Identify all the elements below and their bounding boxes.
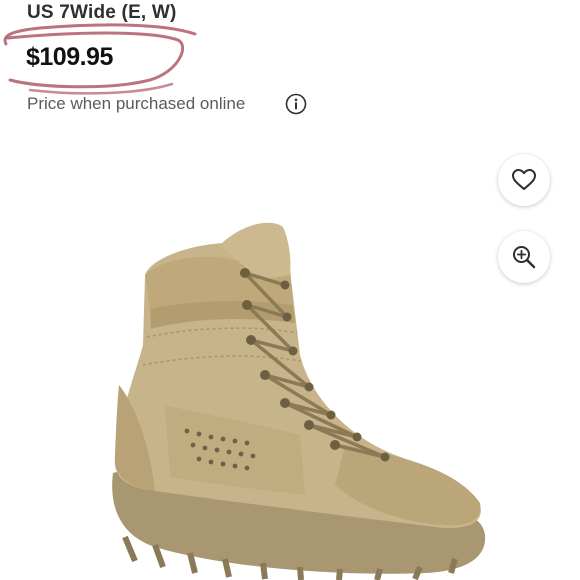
favorite-button[interactable] — [498, 154, 550, 206]
price-note: Price when purchased online — [27, 94, 246, 113]
heart-icon — [512, 169, 536, 190]
size-label: US 7Wide (E, W) — [27, 2, 177, 23]
zoom-in-icon — [513, 246, 536, 269]
info-icon[interactable] — [285, 93, 307, 115]
zoom-button[interactable] — [498, 231, 550, 283]
price: $109.95 — [26, 43, 113, 71]
product-image-boot — [112, 222, 486, 580]
